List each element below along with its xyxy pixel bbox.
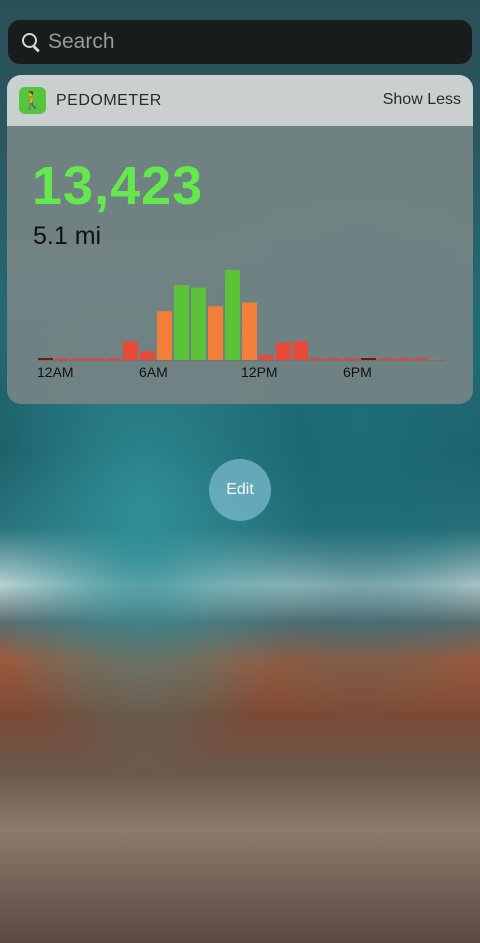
- show-less-button[interactable]: Show Less: [383, 91, 461, 109]
- hour-bar: [429, 358, 444, 360]
- widget-title: PEDOMETER: [56, 91, 162, 109]
- edit-button[interactable]: Edit: [209, 459, 271, 521]
- hour-bar: [140, 351, 155, 360]
- step-count: 13,423: [32, 156, 204, 216]
- hour-bar: [55, 358, 70, 360]
- hour-bar: [259, 355, 274, 360]
- hour-bar: [378, 358, 393, 360]
- hour-bar: [242, 302, 257, 360]
- hour-bar: [38, 358, 53, 360]
- walking-person-icon: 🚶: [19, 87, 46, 114]
- hour-bar: [106, 358, 121, 360]
- hour-bar: [327, 358, 342, 360]
- hour-bar: [174, 285, 189, 360]
- search-bar[interactable]: Search: [8, 20, 472, 64]
- search-icon: [20, 31, 42, 53]
- hour-bar: [361, 358, 376, 360]
- hour-bar: [89, 358, 104, 360]
- hour-bar: [293, 341, 308, 360]
- widget-header: 🚶 PEDOMETER Show Less: [7, 75, 473, 126]
- hour-bar: [225, 270, 240, 360]
- hour-bar: [395, 358, 410, 360]
- hour-bar: [344, 358, 359, 360]
- x-tick-label: 12PM: [241, 364, 278, 380]
- hour-bar: [310, 358, 325, 360]
- hour-bar: [276, 342, 291, 360]
- hour-bar: [208, 306, 223, 360]
- search-placeholder: Search: [48, 30, 115, 53]
- hour-bar: [123, 341, 138, 360]
- steps-by-hour-chart: 12AM 6AM 12PM 6PM: [37, 270, 445, 380]
- hour-bar: [72, 358, 87, 360]
- hour-bar: [157, 311, 172, 360]
- x-tick-label: 6AM: [139, 364, 168, 380]
- pedometer-widget: 🚶 PEDOMETER Show Less 13,423 5.1 mi 12AM…: [7, 75, 473, 404]
- hour-bar: [191, 287, 206, 360]
- x-tick-label: 6PM: [343, 364, 372, 380]
- hour-bar: [412, 358, 427, 360]
- x-tick-label: 12AM: [37, 364, 74, 380]
